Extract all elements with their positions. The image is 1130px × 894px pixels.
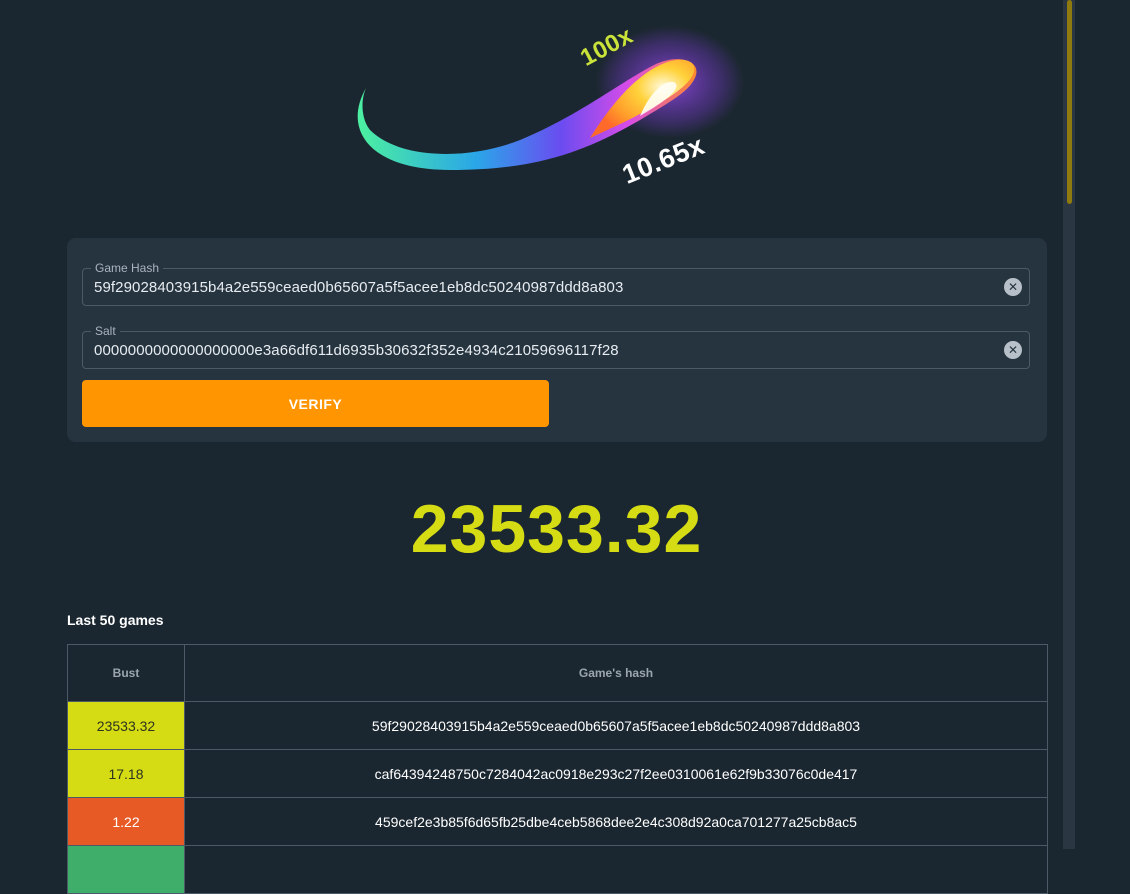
bust-cell: 23533.32 [67,701,185,750]
verify-form-card: Game Hash 59f29028403915b4a2e559ceaed0b6… [67,238,1047,442]
clear-game-hash-icon[interactable]: ✕ [1004,278,1022,296]
bust-cell: 1.22 [67,797,185,846]
salt-input[interactable]: 0000000000000000000e3a66df611d6935b30632… [94,342,619,359]
hash-cell[interactable]: 59f29028403915b4a2e559ceaed0b65607a5f5ac… [184,701,1048,750]
salt-label: Salt [91,324,120,338]
verify-button[interactable]: VERIFY [82,380,549,427]
hash-cell[interactable]: caf64394248750c7284042ac0918e293c27f2ee0… [184,749,1048,798]
column-header-bust: Bust [67,644,185,702]
page-scrollbar-thumb[interactable] [1067,0,1072,204]
game-hash-label: Game Hash [91,261,164,275]
table-header-row: Bust Game's hash [67,644,1048,702]
hash-cell[interactable]: 459cef2e3b85f6d65fb25dbe4ceb5868dee2e4c3… [184,797,1048,846]
table-row[interactable]: 23533.32 59f29028403915b4a2e559ceaed0b656… [67,701,1048,750]
game-hash-input[interactable]: 59f29028403915b4a2e559ceaed0b65607a5f5ac… [94,279,623,296]
bust-cell: 17.18 [67,749,185,798]
salt-field[interactable]: Salt 0000000000000000000e3a66df611d6935b… [82,324,1030,369]
bust-cell [67,845,185,894]
hash-cell[interactable] [184,845,1048,894]
clear-salt-icon[interactable]: ✕ [1004,341,1022,359]
last-games-title: Last 50 games [67,612,164,628]
verify-result-value: 23533.32 [410,491,703,567]
column-header-hash: Game's hash [184,644,1048,702]
table-row[interactable] [67,845,1048,894]
last-games-table: Bust Game's hash 23533.32 59f29028403915b… [67,644,1048,894]
game-hash-field[interactable]: Game Hash 59f29028403915b4a2e559ceaed0b6… [82,261,1030,306]
comet-logo-icon [357,26,744,170]
hero-logo: 100x 10.65x [340,20,760,220]
table-row[interactable]: 1.22 459cef2e3b85f6d65fb25dbe4ceb5868dee2… [67,797,1048,846]
table-row[interactable]: 17.18 caf64394248750c7284042ac0918e293c27… [67,749,1048,798]
